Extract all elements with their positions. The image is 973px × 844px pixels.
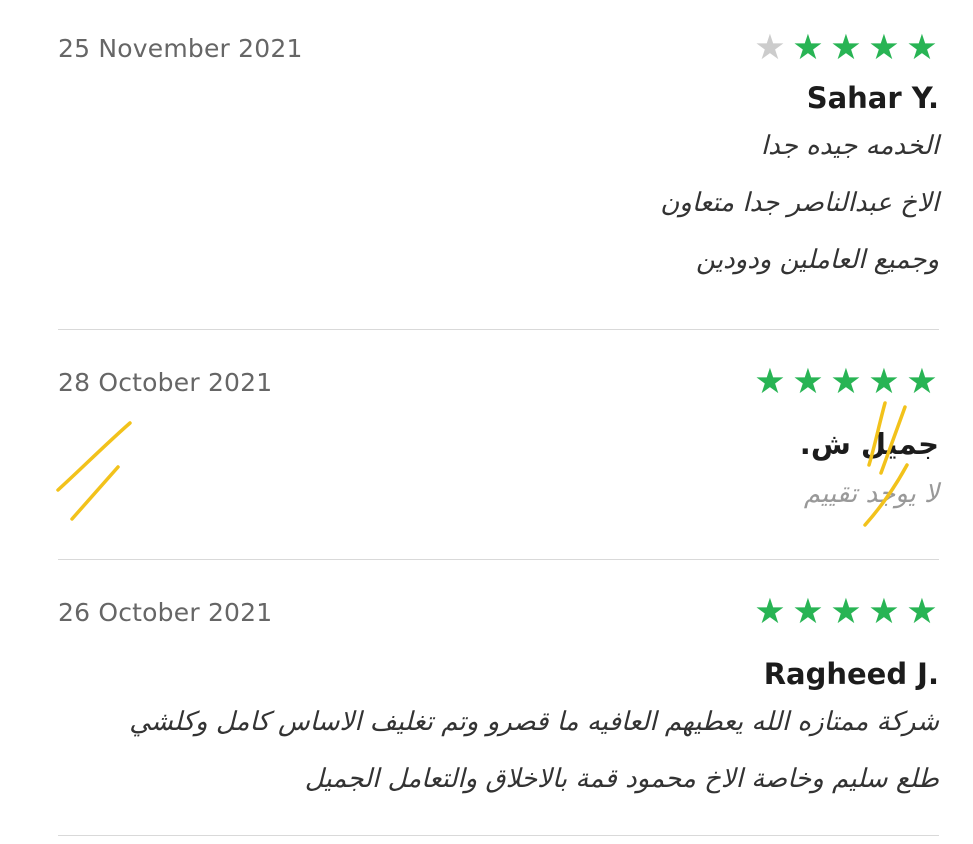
review-card: 28 October 2021 ★ ★ ★ ★ ★ جميل ش. لا يوجد تق…	[58, 362, 939, 523]
star-icon: ★	[754, 362, 786, 402]
review-text: لا يوجد تقييم	[58, 466, 939, 523]
star-icon: ★	[868, 592, 900, 632]
star-icon: ★	[830, 28, 862, 68]
star-rating: ★ ★ ★ ★ ★	[753, 28, 939, 68]
star-rating: ★ ★ ★ ★ ★	[753, 592, 939, 632]
reviewer-name: Ragheed J.	[763, 657, 939, 691]
star-icon: ★	[868, 362, 900, 402]
divider	[58, 559, 939, 560]
reviewer-name: Sahar Y.	[806, 81, 939, 115]
reviewer-name: جميل ش.	[799, 427, 939, 461]
star-icon: ★	[906, 592, 938, 632]
star-icon: ★	[754, 28, 786, 68]
review-line: الاخ عبدالناصر جدا متعاون	[660, 188, 939, 218]
star-icon: ★	[906, 28, 938, 68]
divider	[58, 329, 939, 330]
review-line: طلع سليم وخاصة الاخ محمود قمة بالاخلاق و…	[304, 764, 939, 794]
review-date: 25 November 2021	[58, 33, 303, 63]
review-line: الخدمه جيده جدا	[760, 131, 939, 161]
star-icon: ★	[830, 592, 862, 632]
star-icon: ★	[792, 362, 824, 402]
review-header: 25 November 2021 ★ ★ ★ ★ ★	[58, 28, 939, 68]
review-card: 25 November 2021 ★ ★ ★ ★ ★ Sahar Y. الخدمه ج…	[58, 28, 939, 289]
review-text: الخدمه جيده جدا الاخ عبدالناصر جدا متعاو…	[58, 118, 939, 289]
star-icon: ★	[754, 592, 786, 632]
review-line: لا يوجد تقييم	[803, 479, 939, 509]
star-rating: ★ ★ ★ ★ ★	[753, 362, 939, 402]
star-icon: ★	[792, 28, 824, 68]
review-text: شركة ممتازه الله يعطيهم العافيه ما قصرو …	[58, 694, 939, 808]
divider	[58, 835, 939, 836]
review-date: 26 October 2021	[58, 597, 273, 627]
star-icon: ★	[830, 362, 862, 402]
review-header: 28 October 2021 ★ ★ ★ ★ ★	[58, 362, 939, 402]
review-date: 28 October 2021	[58, 367, 273, 397]
star-icon: ★	[792, 592, 824, 632]
star-icon: ★	[906, 362, 938, 402]
review-card: 26 October 2021 ★ ★ ★ ★ ★ Ragheed J. شركة مم…	[58, 592, 939, 808]
review-header: 26 October 2021 ★ ★ ★ ★ ★	[58, 592, 939, 632]
review-line: وجميع العاملين ودودين	[696, 245, 939, 275]
star-icon: ★	[868, 28, 900, 68]
review-line: شركة ممتازه الله يعطيهم العافيه ما قصرو …	[129, 707, 939, 737]
